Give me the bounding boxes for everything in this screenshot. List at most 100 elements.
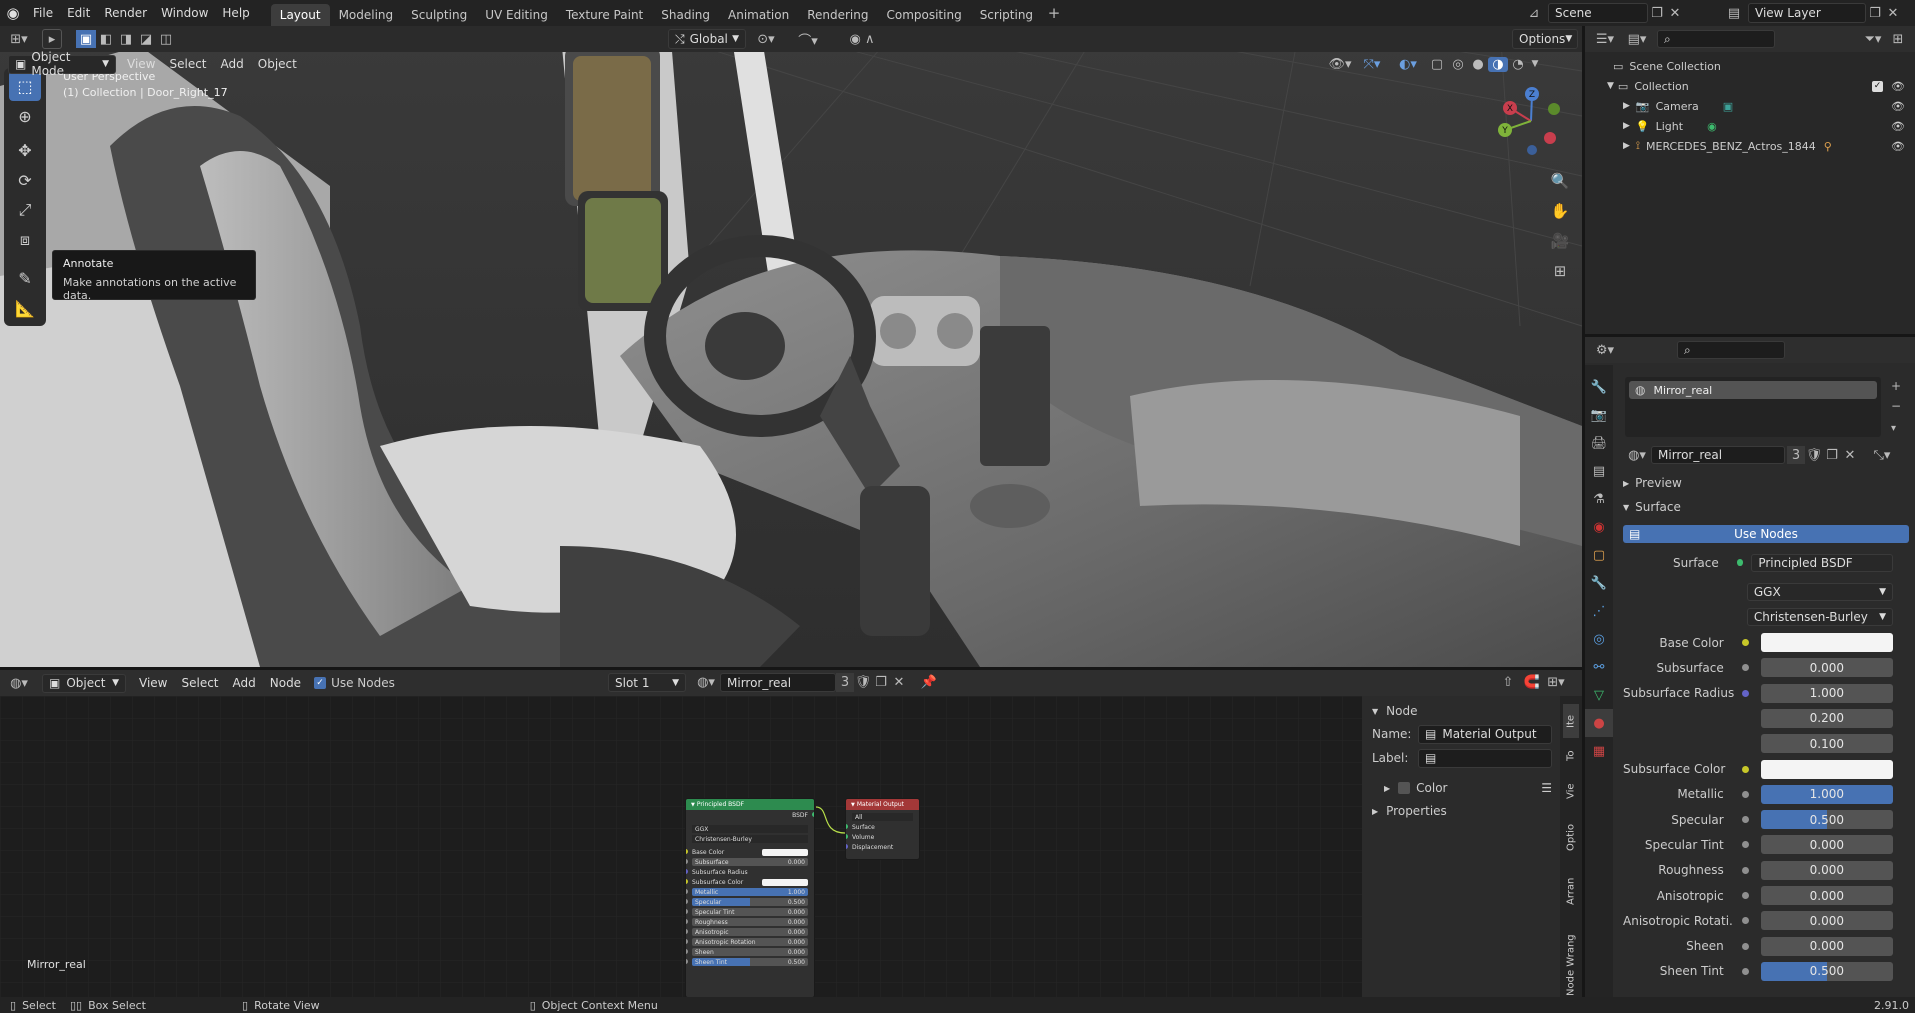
menu-file[interactable]: File [26, 0, 60, 26]
scene-collection-row[interactable]: ▭ Scene Collection [1613, 56, 1915, 76]
workspace-tab-sculpting[interactable]: Sculpting [402, 4, 476, 26]
property-value-field[interactable]: 0.500 [1760, 961, 1893, 981]
node-header[interactable]: ▼ Principled BSDF [686, 799, 814, 810]
collection-row[interactable]: ▼ ▭ Collection ✓ 👁 [1607, 76, 1915, 96]
transform-orientation-dropdown[interactable]: ⤭ Global ▼ [668, 29, 746, 49]
collapse-icon[interactable]: ▼ [691, 802, 695, 808]
select-new-icon[interactable]: ▣ [76, 30, 96, 48]
menu-render[interactable]: Render [97, 0, 154, 26]
fake-user-icon[interactable]: 🛡 [854, 675, 872, 690]
visibility-icon[interactable]: 👁▾ [1326, 57, 1354, 72]
node-menu-add[interactable]: Add [226, 672, 263, 694]
property-value-field[interactable]: 0.100 [1760, 734, 1893, 754]
cursor-tool-icon[interactable]: ⊕ [9, 101, 41, 131]
node-input-row[interactable]: Sheen Tint 0.500 [686, 957, 814, 967]
data-tab-icon[interactable]: ▽ [1585, 681, 1613, 709]
slot-specials-icon[interactable]: ▾ [1891, 423, 1907, 439]
property-value-field[interactable]: 1.000 [1760, 683, 1893, 703]
use-nodes-toggle[interactable]: ✓ Use Nodes [314, 676, 395, 690]
expand-arrow-icon[interactable]: ▶ [1623, 101, 1630, 111]
view-layer-icon[interactable]: ▤ [1720, 6, 1748, 21]
color-checkbox[interactable] [1398, 782, 1411, 794]
scale-tool-icon[interactable]: ⤢ [9, 195, 41, 225]
material-slot-item[interactable]: ◍ Mirror_real [1629, 381, 1877, 399]
filter-icon[interactable]: ⏷▾ [1859, 32, 1887, 47]
node-input-row[interactable]: Anisotropic Rotation 0.000 [686, 937, 814, 947]
sidebar-tab[interactable]: Vie [1563, 774, 1579, 808]
select-extend-icon[interactable]: ◧ [96, 30, 116, 48]
parent-node-tree-icon[interactable]: ⇧ [1496, 675, 1520, 690]
node-value-field[interactable]: Anisotropic 0.000 [692, 928, 808, 936]
workspace-tab-modeling[interactable]: Modeling [330, 4, 403, 26]
node-input-row[interactable]: Roughness 0.000 [686, 917, 814, 927]
property-value-field[interactable] [1760, 759, 1893, 779]
duplicate-icon[interactable]: ❐ [872, 675, 890, 690]
color-swatch[interactable] [762, 848, 808, 856]
view-layer-tab-icon[interactable]: ▤ [1585, 457, 1613, 485]
wireframe-shading-icon[interactable]: ◎ [1448, 57, 1468, 72]
property-value-field[interactable] [1760, 633, 1893, 652]
sidebar-tab[interactable]: Arran [1563, 866, 1579, 916]
socket-dot-icon[interactable] [1741, 841, 1749, 849]
unlink-icon[interactable]: ✕ [1841, 448, 1859, 463]
workspace-tab-shading[interactable]: Shading [652, 4, 719, 26]
slot-add-button[interactable]: + [1891, 379, 1907, 395]
output-socket-icon[interactable] [812, 812, 814, 817]
property-value-field[interactable]: 0.000 [1760, 658, 1893, 678]
subsurface-method-dropdown[interactable]: Christensen-Burley ▼ [1746, 607, 1893, 626]
input-socket-icon[interactable] [846, 834, 848, 839]
viewport-menu-add[interactable]: Add [214, 53, 251, 75]
pin-icon[interactable]: 📌 [916, 675, 942, 690]
socket-dot-icon[interactable] [1741, 917, 1749, 925]
eye-icon[interactable]: 👁 [1891, 80, 1905, 93]
input-socket-icon[interactable] [686, 899, 688, 904]
outliner-item[interactable]: ▶ 💡 Light ◉ 👁 [1623, 116, 1915, 136]
input-socket-icon[interactable] [846, 824, 848, 829]
viewport-menu-select[interactable]: Select [162, 53, 213, 75]
list-icon[interactable]: ☰ [1541, 781, 1552, 795]
color-subpanel[interactable]: ▶ Color ☰ [1362, 776, 1560, 800]
node-menu-select[interactable]: Select [174, 672, 225, 694]
socket-dot-icon[interactable] [1741, 790, 1749, 798]
socket-dot-icon[interactable] [1741, 866, 1749, 874]
node-name-field[interactable]: ▤ Material Output [1418, 724, 1552, 744]
node-input-row[interactable]: Base Color [686, 847, 814, 857]
view-layer-field[interactable]: View Layer [1748, 3, 1866, 23]
perspective-toggle-icon[interactable]: ⊞ [1546, 256, 1574, 286]
tool-tab-icon[interactable]: 🔧 [1585, 373, 1613, 401]
workspace-tab-uv-editing[interactable]: UV Editing [476, 4, 557, 26]
input-socket-icon[interactable] [686, 939, 688, 944]
property-value-field[interactable]: 0.000 [1760, 886, 1893, 905]
fake-user-icon[interactable]: 🛡 [1805, 448, 1823, 463]
outliner-search-input[interactable]: ⌕ [1657, 30, 1775, 48]
node-input-row[interactable]: Subsurface Radius [686, 867, 814, 877]
socket-dot-icon[interactable] [1741, 765, 1749, 773]
delete-scene-icon[interactable]: ✕ [1666, 6, 1684, 21]
pan-hand-icon[interactable]: ✋ [1546, 196, 1574, 226]
expand-arrow-icon[interactable]: ▶ [1623, 121, 1630, 131]
input-socket-icon[interactable] [686, 859, 688, 864]
snap-icon[interactable]: 🧲 [1520, 675, 1544, 690]
new-collection-icon[interactable]: ⊞ [1887, 32, 1909, 47]
texture-tab-icon[interactable]: ▦ [1585, 737, 1613, 765]
principled-bsdf-node[interactable]: ▼ Principled BSDF BSDF GGX Christensen-B… [685, 798, 815, 997]
input-socket-icon[interactable] [686, 849, 688, 854]
node-value-field[interactable]: Sheen Tint 0.500 [692, 958, 808, 966]
input-socket-icon[interactable] [686, 889, 688, 894]
overlay-toggle-icon[interactable]: ◐▾ [1390, 57, 1426, 72]
outliner-item[interactable]: ▶ ⟟ MERCEDES_BENZ_Actros_1844 ⚲ 👁 [1623, 136, 1915, 156]
rendered-shading-icon[interactable]: ◔ [1508, 57, 1528, 72]
slot-dropdown[interactable]: Slot 1 ▼ [608, 673, 686, 692]
mode-dropdown[interactable]: ▣ Object Mode ▼ [8, 50, 116, 78]
property-value-field[interactable]: 0.000 [1760, 911, 1893, 931]
property-value-field[interactable]: 0.000 [1760, 936, 1893, 956]
menu-edit[interactable]: Edit [60, 0, 97, 26]
node-value-field[interactable]: Roughness 0.000 [692, 918, 808, 926]
shader-editor[interactable]: ◍▾ ▣ Object ▼ View Select Add Node ✓ Use No… [0, 670, 1582, 997]
menu-window[interactable]: Window [154, 0, 215, 26]
properties-subpanel[interactable]: ▶ Properties [1362, 800, 1560, 822]
input-socket-icon[interactable] [686, 869, 688, 874]
checkbox-checked-icon[interactable]: ✓ [314, 677, 327, 689]
use-nodes-button[interactable]: ▤ Use Nodes [1623, 525, 1909, 543]
area-divider[interactable] [0, 667, 1582, 670]
